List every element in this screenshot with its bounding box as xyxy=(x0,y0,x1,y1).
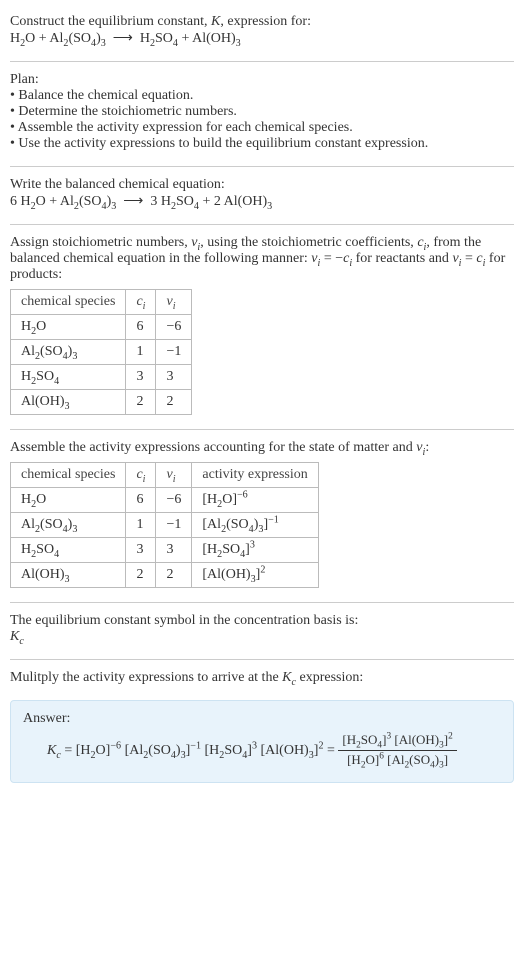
stoich-table: chemical species ci νi H2O 6 −6 Al2(SO4)… xyxy=(10,289,192,415)
divider xyxy=(10,166,514,167)
table-row: H2SO4 3 3 xyxy=(11,365,192,390)
cell-species: H2SO4 xyxy=(11,365,126,390)
multiply-section: Mulitply the activity expressions to arr… xyxy=(10,664,514,696)
table-header-row: chemical species ci νi activity expressi… xyxy=(11,463,319,488)
table-row: Al(OH)3 2 2 xyxy=(11,390,192,415)
cell-species: Al2(SO4)3 xyxy=(11,340,126,365)
cell-v: 3 xyxy=(156,365,192,390)
table-row: Al2(SO4)3 1 −1 [Al2(SO4)3]−1 xyxy=(11,513,319,538)
plan-item: Determine the stoichiometric numbers. xyxy=(10,104,514,120)
prompt-section: Construct the equilibrium constant, K, e… xyxy=(10,8,514,57)
prompt-text-post: , expression for: xyxy=(220,14,311,29)
cell-c: 6 xyxy=(126,488,156,513)
answer-label: Answer: xyxy=(23,711,501,727)
fraction-numerator: [H2SO4]3 [Al(OH)3]2 xyxy=(338,733,456,751)
cell-species: H2O xyxy=(11,488,126,513)
cell-c: 3 xyxy=(126,538,156,563)
activity-intro: Assemble the activity expressions accoun… xyxy=(10,440,514,456)
plan-title: Plan: xyxy=(10,72,514,88)
plan-list: Balance the chemical equation. Determine… xyxy=(10,88,514,152)
balanced-equation: 6 H2O + Al2(SO4)3 ⟶ 3 H2SO4 + 2 Al(OH)3 xyxy=(10,194,272,209)
divider xyxy=(10,659,514,660)
plan-section: Plan: Balance the chemical equation. Det… xyxy=(10,66,514,162)
answer-lhs: Kc = [H2O]−6 [Al2(SO4)3]−1 [H2SO4]3 [Al(… xyxy=(47,743,338,758)
cell-species: H2O xyxy=(11,315,126,340)
cell-activity: [H2SO4]3 xyxy=(192,538,318,563)
cell-c: 2 xyxy=(126,390,156,415)
cell-species: H2SO4 xyxy=(11,538,126,563)
multiply-line: Mulitply the activity expressions to arr… xyxy=(10,670,514,686)
divider xyxy=(10,429,514,430)
cell-species: Al(OH)3 xyxy=(11,563,126,588)
col-v: νi xyxy=(156,463,192,488)
symbol-line: The equilibrium constant symbol in the c… xyxy=(10,613,514,629)
cell-v: −1 xyxy=(156,513,192,538)
fraction-denominator: [H2O]6 [Al2(SO4)3] xyxy=(338,751,456,768)
prompt-K: K xyxy=(211,14,220,29)
cell-v: 2 xyxy=(156,563,192,588)
activity-section: Assemble the activity expressions accoun… xyxy=(10,434,514,598)
col-species: chemical species xyxy=(11,290,126,315)
answer-equation: Kc = [H2O]−6 [Al2(SO4)3]−1 [H2SO4]3 [Al(… xyxy=(23,733,501,768)
cell-c: 2 xyxy=(126,563,156,588)
divider xyxy=(10,224,514,225)
cell-v: 3 xyxy=(156,538,192,563)
cell-c: 6 xyxy=(126,315,156,340)
stoich-section: Assign stoichiometric numbers, νi, using… xyxy=(10,229,514,425)
symbol-kc: Kc xyxy=(10,629,514,645)
cell-species: Al2(SO4)3 xyxy=(11,513,126,538)
table-row: Al2(SO4)3 1 −1 xyxy=(11,340,192,365)
divider xyxy=(10,61,514,62)
answer-box: Answer: Kc = [H2O]−6 [Al2(SO4)3]−1 [H2SO… xyxy=(10,700,514,783)
cell-v: 2 xyxy=(156,390,192,415)
col-species: chemical species xyxy=(11,463,126,488)
table-row: H2O 6 −6 xyxy=(11,315,192,340)
unbalanced-equation: H2O + Al2(SO4)3 ⟶ H2SO4 + Al(OH)3 xyxy=(10,31,241,46)
prompt-text-pre: Construct the equilibrium constant, xyxy=(10,14,211,29)
cell-c: 3 xyxy=(126,365,156,390)
cell-species: Al(OH)3 xyxy=(11,390,126,415)
balance-title: Write the balanced chemical equation: xyxy=(10,177,514,193)
stoich-intro: Assign stoichiometric numbers, νi, using… xyxy=(10,235,514,283)
cell-c: 1 xyxy=(126,513,156,538)
table-header-row: chemical species ci νi xyxy=(11,290,192,315)
table-row: H2O 6 −6 [H2O]−6 xyxy=(11,488,319,513)
table-row: H2SO4 3 3 [H2SO4]3 xyxy=(11,538,319,563)
col-activity: activity expression xyxy=(192,463,318,488)
plan-item: Assemble the activity expression for eac… xyxy=(10,120,514,136)
cell-activity: [Al(OH)3]2 xyxy=(192,563,318,588)
col-c: ci xyxy=(126,290,156,315)
cell-v: −6 xyxy=(156,488,192,513)
col-v: νi xyxy=(156,290,192,315)
cell-v: −1 xyxy=(156,340,192,365)
balance-section: Write the balanced chemical equation: 6 … xyxy=(10,171,514,220)
cell-activity: [H2O]−6 xyxy=(192,488,318,513)
activity-table: chemical species ci νi activity expressi… xyxy=(10,462,319,588)
divider xyxy=(10,602,514,603)
plan-item: Balance the chemical equation. xyxy=(10,88,514,104)
cell-v: −6 xyxy=(156,315,192,340)
table-row: Al(OH)3 2 2 [Al(OH)3]2 xyxy=(11,563,319,588)
plan-item: Use the activity expressions to build th… xyxy=(10,136,514,152)
cell-c: 1 xyxy=(126,340,156,365)
cell-activity: [Al2(SO4)3]−1 xyxy=(192,513,318,538)
answer-fraction: [H2SO4]3 [Al(OH)3]2[H2O]6 [Al2(SO4)3] xyxy=(338,733,456,768)
col-c: ci xyxy=(126,463,156,488)
symbol-section: The equilibrium constant symbol in the c… xyxy=(10,607,514,655)
